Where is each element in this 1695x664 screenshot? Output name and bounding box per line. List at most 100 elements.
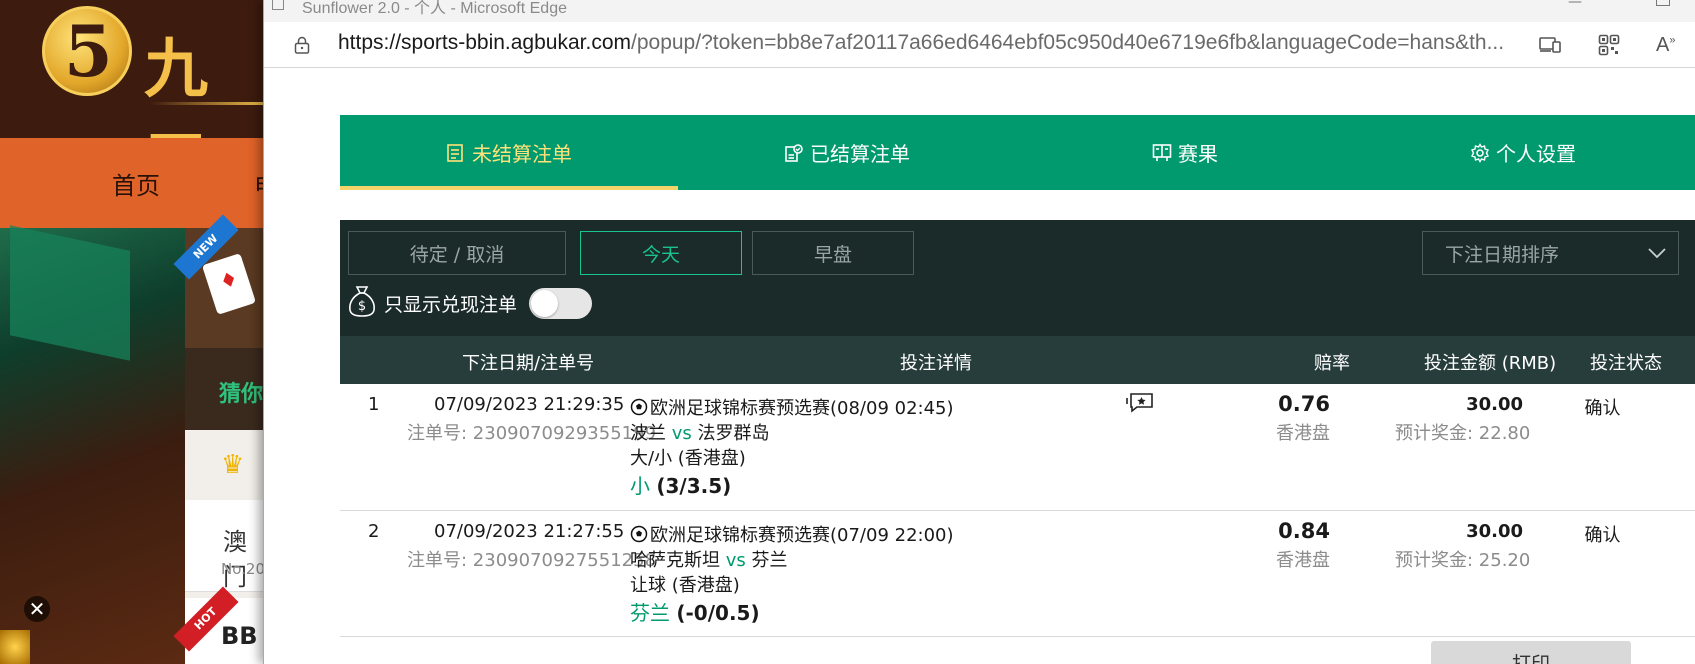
read-aloud-icon[interactable]: A» (1656, 34, 1675, 57)
cash-only-label: 只显示兑现注单 (384, 294, 518, 316)
logo-ornament (150, 102, 270, 105)
filter-today-button[interactable]: 今天 (580, 231, 742, 275)
close-icon[interactable]: ✕ (24, 596, 50, 622)
live-chat-icon[interactable] (1125, 390, 1155, 414)
away-team: 法罗群岛 (697, 423, 770, 444)
site-logo-mark: 5 (64, 10, 113, 93)
vs-label: vs (671, 423, 692, 444)
selection-name: 小 (630, 474, 650, 498)
estimated-win: 预计奖金: 25.20 (1395, 550, 1531, 571)
table-row: 2 07/09/2023 21:27:55 注单号: 2309070927551… (340, 511, 1695, 637)
table-row: 1 07/09/2023 21:29:35 注单号: 2309070929355… (340, 384, 1695, 511)
order-number: 注单号: 2309070927551258 (407, 550, 657, 571)
url-path: /popup/?token=bb8e7af20117a66ed6464ebf05… (631, 31, 1505, 54)
header-detail: 投注详情 (900, 353, 972, 374)
row-number: 1 (368, 394, 380, 415)
market-type: 让球 (香港盘) (630, 575, 740, 596)
league-line: 欧洲足球锦标赛预选赛(08/09 02:45) (630, 394, 954, 420)
app-icon (272, 0, 284, 10)
cash-only-toggle[interactable] (529, 288, 592, 319)
side-item-number: No.20 (221, 560, 265, 578)
page-content: 未结算注单 已结算注单 赛果 个人设置 待定 / 取消 今天 早盘 下注日期排序… (264, 68, 1695, 664)
home-team: 哈萨克斯坦 (630, 550, 720, 571)
money-bag-icon: $ (349, 286, 375, 317)
address-bar[interactable]: https://sports-bbin.agbukar.com/popup/?t… (264, 22, 1695, 68)
sort-dropdown-value: 下注日期排序 (1445, 243, 1560, 266)
banner-decoration (10, 225, 130, 361)
order-number: 注单号: 2309070929355199 (407, 423, 657, 444)
header-odds: 赔率 (1314, 353, 1350, 374)
print-button[interactable]: 打印 (1431, 641, 1631, 664)
tab-settled[interactable]: 已结算注单 (678, 115, 1016, 190)
header-status: 投注状态 (1590, 353, 1662, 374)
filter-panel: 待定 / 取消 今天 早盘 下注日期排序 $ 只显示兑现注单 (340, 220, 1695, 336)
odds-type: 香港盘 (1276, 423, 1330, 444)
header-date: 下注日期/注单号 (462, 353, 595, 374)
vs-label: vs (725, 550, 746, 571)
maximize-icon[interactable] (1656, 0, 1670, 6)
settled-icon (785, 143, 803, 162)
side-guess-label: 猜你 (219, 382, 264, 407)
filter-pending-button[interactable]: 待定 / 取消 (348, 231, 566, 275)
bet-status: 确认 (1584, 525, 1621, 546)
bet-tabs: 未结算注单 已结算注单 赛果 个人设置 (340, 115, 1695, 190)
handicap-line: (-0/0.5) (676, 601, 760, 625)
bet-time: 07/09/2023 21:29:35 (434, 394, 625, 415)
side-hot-title: BB (221, 622, 258, 650)
bet-time: 07/09/2023 21:27:55 (434, 521, 625, 542)
toggle-knob (531, 290, 558, 317)
window-title: Sunflower 2.0 - 个人 - Microsoft Edge (302, 0, 567, 17)
site-nav: 首页 电 (0, 138, 278, 228)
url-text[interactable]: https://sports-bbin.agbukar.com/popup/?t… (338, 31, 1504, 55)
gold-coin-icon (0, 630, 30, 664)
header-amount: 投注金额 (RMB) (1424, 353, 1557, 374)
playing-card-icon (201, 253, 257, 315)
bet-selection: 小 (3/3.5) (630, 470, 731, 499)
tab-settings-label: 个人设置 (1496, 142, 1576, 166)
receipt-icon (447, 143, 463, 162)
bets-table-header: 下注日期/注单号 投注详情 赔率 投注金额 (RMB) 投注状态 (340, 336, 1695, 384)
gear-icon (1471, 142, 1489, 163)
tab-settings[interactable]: 个人设置 (1354, 115, 1692, 190)
qr-code-icon[interactable] (1598, 34, 1620, 56)
home-team: 波兰 (630, 423, 666, 444)
handicap-line: (3/3.5) (656, 474, 732, 498)
nav-home-link[interactable]: 首页 (112, 166, 160, 201)
tab-results[interactable]: 赛果 (1016, 115, 1354, 190)
sort-dropdown[interactable]: 下注日期排序 (1422, 231, 1679, 275)
league-name: 欧洲足球锦标赛预选赛(07/09 22:00) (650, 525, 954, 546)
away-team: 芬兰 (751, 550, 788, 571)
site-header: 5 九五 (0, 0, 270, 138)
minimize-icon[interactable]: — (1568, 0, 1582, 10)
match-teams: 哈萨克斯坦 vs 芬兰 (630, 546, 788, 572)
browser-window: Sunflower 2.0 - 个人 - Microsoft Edge — ht… (263, 0, 1695, 664)
site-side-panel: 猜你 ♛ NEW 澳门 No.20 HOT BB (173, 214, 270, 664)
league-name: 欧洲足球锦标赛预选赛(08/09 02:45) (650, 398, 954, 419)
odds-type: 香港盘 (1276, 550, 1330, 571)
tab-unsettled[interactable]: 未结算注单 (340, 115, 678, 190)
site-logo-text: 九五 (144, 32, 212, 138)
url-host: https://sports-bbin.agbukar.com (338, 31, 631, 54)
lock-icon[interactable] (294, 36, 310, 54)
filter-early-button[interactable]: 早盘 (752, 231, 914, 275)
chevron-down-icon (1648, 248, 1666, 259)
selection-name: 芬兰 (630, 601, 670, 625)
estimated-win: 预计奖金: 22.80 (1395, 423, 1531, 444)
window-titlebar[interactable]: Sunflower 2.0 - 个人 - Microsoft Edge — (264, 0, 1695, 22)
tab-settled-label: 已结算注单 (810, 142, 910, 166)
tab-unsettled-label: 未结算注单 (472, 142, 572, 166)
svg-text:$: $ (358, 299, 366, 314)
market-type: 大/小 (香港盘) (630, 448, 746, 469)
row-number: 2 (368, 521, 380, 542)
league-line: 欧洲足球锦标赛预选赛(07/09 22:00) (630, 521, 954, 547)
match-teams: 波兰 vs 法罗群岛 (630, 419, 770, 445)
odds-value: 0.76 (1278, 392, 1330, 416)
device-icon[interactable] (1539, 36, 1561, 54)
tab-results-label: 赛果 (1178, 142, 1218, 166)
bet-selection: 芬兰 (-0/0.5) (630, 597, 760, 626)
bet-status: 确认 (1584, 398, 1621, 419)
soccer-ball-icon (630, 398, 648, 416)
stake-amount: 30.00 (1466, 394, 1523, 415)
crown-icon: ♛ (221, 450, 245, 480)
stake-amount: 30.00 (1466, 521, 1523, 542)
